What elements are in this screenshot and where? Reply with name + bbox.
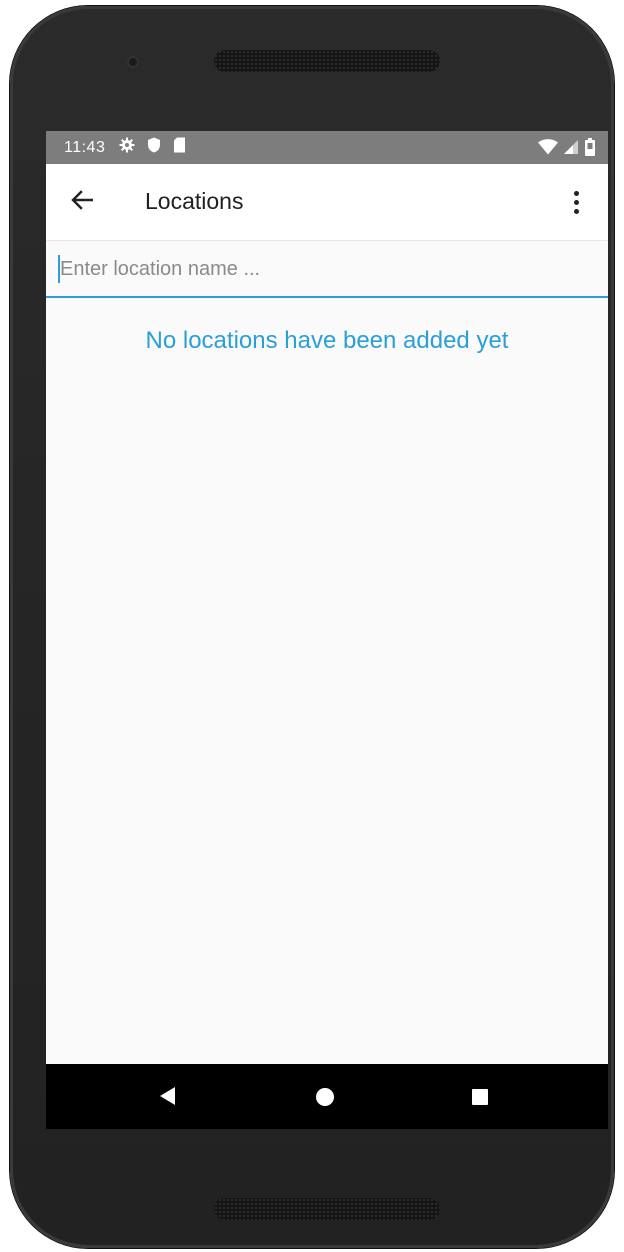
status-icons-right	[538, 138, 596, 161]
bottom-speaker	[214, 1198, 440, 1220]
shield-icon	[147, 137, 161, 158]
arrow-left-icon	[71, 189, 94, 215]
empty-state-message: No locations have been added yet	[145, 327, 509, 354]
page-title: Locations	[145, 188, 244, 214]
location-search-field	[46, 241, 608, 298]
more-vert-icon-dot-bottom	[573, 208, 579, 214]
nav-recents-icon[interactable]	[472, 1089, 488, 1105]
system-navigation-bar	[46, 1064, 608, 1129]
overflow-menu-button[interactable]	[564, 186, 588, 218]
device-screen: 11:43 Locations Enter location name ... …	[46, 131, 608, 1129]
back-button[interactable]	[66, 186, 98, 218]
status-time: 11:43	[64, 138, 106, 156]
nav-back-icon[interactable]	[158, 1086, 176, 1111]
location-name-input[interactable]	[56, 253, 604, 285]
input-underline	[46, 296, 608, 298]
sd-card-icon	[173, 137, 186, 158]
wifi-icon	[538, 139, 558, 160]
nav-home-icon[interactable]	[316, 1088, 334, 1106]
text-cursor	[58, 255, 60, 283]
more-vert-icon-dot-top	[573, 190, 579, 196]
status-bar: 11:43	[46, 131, 608, 164]
battery-icon	[584, 138, 596, 161]
gear-icon	[119, 137, 135, 158]
app-bar: Locations	[46, 164, 608, 240]
signal-icon	[564, 139, 578, 160]
front-camera	[127, 56, 139, 68]
phone-frame: 11:43 Locations Enter location name ... …	[10, 6, 614, 1248]
earpiece-speaker	[214, 50, 440, 72]
status-icons-left	[119, 137, 186, 158]
more-vert-icon-dot-middle	[573, 199, 579, 205]
